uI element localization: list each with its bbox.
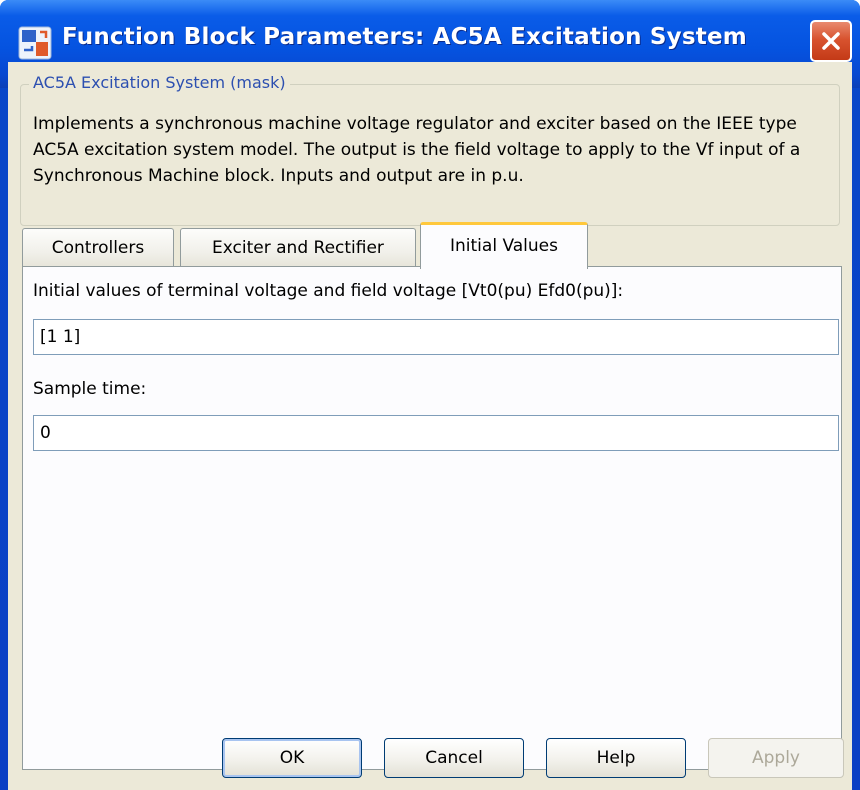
mask-description: Implements a synchronous machine voltage… bbox=[33, 114, 801, 186]
cancel-button[interactable]: Cancel bbox=[384, 738, 524, 778]
window-title: Function Block Parameters: AC5A Excitati… bbox=[62, 24, 747, 50]
tab-panel-initial-values: Initial values of terminal voltage and f… bbox=[22, 266, 842, 770]
initial-values-label: Initial values of terminal voltage and f… bbox=[33, 281, 624, 301]
apply-button: Apply bbox=[708, 738, 844, 778]
sample-time-label: Sample time: bbox=[33, 379, 147, 399]
parameter-tabs: Controllers Exciter and Rectifier Initia… bbox=[22, 222, 842, 269]
initial-values-input[interactable]: [1 1] bbox=[33, 319, 839, 355]
mask-title: AC5A Excitation System (mask) bbox=[29, 73, 290, 92]
mask-description-group: AC5A Excitation System (mask) Implements… bbox=[20, 73, 840, 226]
simulink-block-icon bbox=[18, 26, 52, 60]
tab-initial-values[interactable]: Initial Values bbox=[420, 222, 588, 269]
close-button[interactable] bbox=[810, 20, 852, 62]
tab-controllers[interactable]: Controllers bbox=[22, 228, 174, 268]
help-button[interactable]: Help bbox=[546, 738, 686, 778]
tab-exciter-and-rectifier[interactable]: Exciter and Rectifier bbox=[180, 228, 416, 268]
dialog-client-area: AC5A Excitation System (mask) Implements… bbox=[8, 62, 852, 790]
dialog-window: Function Block Parameters: AC5A Excitati… bbox=[0, 0, 860, 790]
ok-button[interactable]: OK bbox=[222, 738, 362, 778]
close-icon bbox=[822, 32, 840, 50]
sample-time-input[interactable]: 0 bbox=[33, 415, 839, 451]
